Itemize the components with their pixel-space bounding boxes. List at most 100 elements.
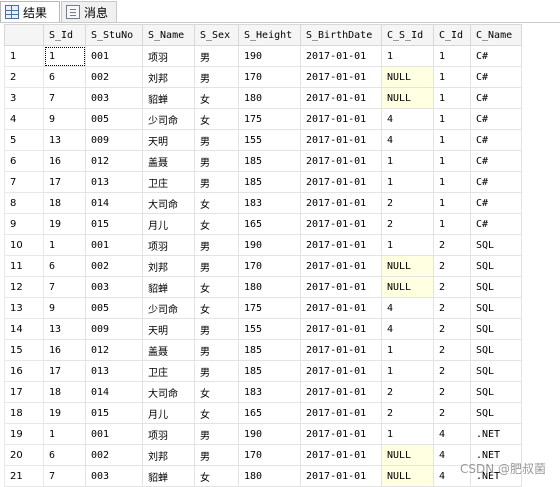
- table-cell[interactable]: 180: [238, 87, 301, 109]
- table-cell[interactable]: 刘邦: [142, 444, 195, 466]
- table-cell[interactable]: SQL: [470, 339, 522, 361]
- table-cell[interactable]: 6: [43, 444, 86, 466]
- table-cell[interactable]: 013: [85, 171, 143, 193]
- column-header[interactable]: C_Id: [433, 24, 471, 46]
- table-cell[interactable]: 17: [43, 360, 86, 382]
- row-number[interactable]: 18: [4, 402, 44, 424]
- table-row[interactable]: 8 18 014 大司命女 183 2017-01-01 2 1 C#: [4, 192, 522, 214]
- table-cell[interactable]: 015: [85, 402, 143, 424]
- table-cell[interactable]: 项羽: [142, 45, 195, 67]
- row-number[interactable]: 5: [4, 129, 44, 151]
- row-number[interactable]: 8: [4, 192, 44, 214]
- table-cell[interactable]: 刘邦: [142, 255, 195, 277]
- table-cell[interactable]: 2017-01-01: [300, 150, 382, 172]
- table-cell[interactable]: 190: [238, 234, 301, 256]
- table-cell[interactable]: 1: [433, 108, 471, 130]
- table-cell[interactable]: 2: [381, 381, 434, 403]
- row-number[interactable]: 10: [4, 234, 44, 256]
- table-cell[interactable]: 9: [43, 297, 86, 319]
- table-cell[interactable]: 185: [238, 150, 301, 172]
- table-cell[interactable]: 183: [238, 381, 301, 403]
- table-cell[interactable]: NULL: [381, 66, 434, 88]
- table-cell[interactable]: 貂蝉: [142, 465, 195, 487]
- table-cell[interactable]: 003: [85, 87, 143, 109]
- table-cell[interactable]: 1: [433, 213, 471, 235]
- table-cell[interactable]: 7: [43, 465, 86, 487]
- table-cell[interactable]: 013: [85, 360, 143, 382]
- table-cell[interactable]: 2017-01-01: [300, 171, 382, 193]
- table-cell[interactable]: 女: [194, 297, 239, 319]
- table-cell[interactable]: 180: [238, 276, 301, 298]
- table-cell[interactable]: 001: [85, 234, 143, 256]
- table-cell[interactable]: 少司命: [142, 297, 195, 319]
- table-cell[interactable]: SQL: [470, 255, 522, 277]
- table-cell[interactable]: 1: [433, 192, 471, 214]
- table-cell[interactable]: 2017-01-01: [300, 276, 382, 298]
- table-cell[interactable]: NULL: [381, 255, 434, 277]
- table-row[interactable]: 18 19 015 月儿女 165 2017-01-01 2 2 SQL: [4, 402, 522, 424]
- table-cell[interactable]: 2017-01-01: [300, 45, 382, 67]
- row-number[interactable]: 15: [4, 339, 44, 361]
- table-row[interactable]: 15 16 012 盖聂男 185 2017-01-01 1 2 SQL: [4, 339, 522, 361]
- table-cell[interactable]: C#: [470, 66, 522, 88]
- column-header[interactable]: S_Height: [238, 24, 301, 46]
- table-cell[interactable]: 月儿: [142, 402, 195, 424]
- tab-results[interactable]: 结果: [0, 1, 60, 22]
- tab-messages[interactable]: 消息: [61, 1, 117, 22]
- table-cell[interactable]: 貂蝉: [142, 276, 195, 298]
- table-cell[interactable]: 2: [433, 402, 471, 424]
- table-cell[interactable]: 190: [238, 45, 301, 67]
- table-cell[interactable]: 2017-01-01: [300, 381, 382, 403]
- table-cell[interactable]: 女: [194, 213, 239, 235]
- table-cell[interactable]: 2: [433, 255, 471, 277]
- table-cell[interactable]: 1: [381, 171, 434, 193]
- table-cell[interactable]: 女: [194, 381, 239, 403]
- table-cell[interactable]: 165: [238, 402, 301, 424]
- table-cell[interactable]: 女: [194, 87, 239, 109]
- table-cell[interactable]: 1: [433, 45, 471, 67]
- table-row[interactable]: 17 18 014 大司命女 183 2017-01-01 2 2 SQL: [4, 381, 522, 403]
- table-row[interactable]: 5 13 009 天明男 155 2017-01-01 4 1 C#: [4, 129, 522, 151]
- table-cell[interactable]: 天明: [142, 129, 195, 151]
- table-cell[interactable]: 2017-01-01: [300, 465, 382, 487]
- table-cell[interactable]: 1: [381, 150, 434, 172]
- table-cell[interactable]: 190: [238, 423, 301, 445]
- row-number[interactable]: 1: [4, 45, 44, 67]
- table-row[interactable]: 6 16 012 盖聂男 185 2017-01-01 1 1 C#: [4, 150, 522, 172]
- table-cell[interactable]: 13: [43, 129, 86, 151]
- table-cell[interactable]: 盖聂: [142, 339, 195, 361]
- row-number[interactable]: 14: [4, 318, 44, 340]
- table-cell[interactable]: SQL: [470, 318, 522, 340]
- row-number[interactable]: 4: [4, 108, 44, 130]
- table-row[interactable]: 9 19 015 月儿女 165 2017-01-01 2 1 C#: [4, 213, 522, 235]
- table-cell[interactable]: NULL: [381, 87, 434, 109]
- table-cell[interactable]: 2017-01-01: [300, 297, 382, 319]
- table-cell[interactable]: SQL: [470, 402, 522, 424]
- table-cell[interactable]: 2: [433, 339, 471, 361]
- row-number[interactable]: 2: [4, 66, 44, 88]
- row-number[interactable]: 6: [4, 150, 44, 172]
- row-number[interactable]: 17: [4, 381, 44, 403]
- table-cell[interactable]: 少司命: [142, 108, 195, 130]
- table-cell[interactable]: 女: [194, 276, 239, 298]
- table-row[interactable]: 7 17 013 卫庄男 185 2017-01-01 1 1 C#: [4, 171, 522, 193]
- table-row[interactable]: 4 9 005 少司命女 175 2017-01-01 4 1 C#: [4, 108, 522, 130]
- table-cell[interactable]: 1: [433, 129, 471, 151]
- table-cell[interactable]: 001: [85, 423, 143, 445]
- table-cell[interactable]: 1: [381, 45, 434, 67]
- table-cell[interactable]: 2: [381, 402, 434, 424]
- column-header[interactable]: S_Sex: [194, 24, 239, 46]
- table-cell[interactable]: SQL: [470, 381, 522, 403]
- table-row[interactable]: 16 17 013 卫庄男 185 2017-01-01 1 2 SQL: [4, 360, 522, 382]
- results-grid[interactable]: S_Id S_StuNo S_Name S_Sex S_Height S_BirthDat…: [4, 24, 560, 487]
- table-cell[interactable]: 1: [433, 150, 471, 172]
- row-number[interactable]: 3: [4, 87, 44, 109]
- table-cell[interactable]: 185: [238, 360, 301, 382]
- table-cell[interactable]: 1: [381, 339, 434, 361]
- table-cell[interactable]: 170: [238, 444, 301, 466]
- table-cell[interactable]: NULL: [381, 276, 434, 298]
- column-header[interactable]: S_Name: [142, 24, 195, 46]
- table-cell[interactable]: 1: [381, 360, 434, 382]
- table-cell[interactable]: 18: [43, 381, 86, 403]
- table-cell[interactable]: 1: [433, 171, 471, 193]
